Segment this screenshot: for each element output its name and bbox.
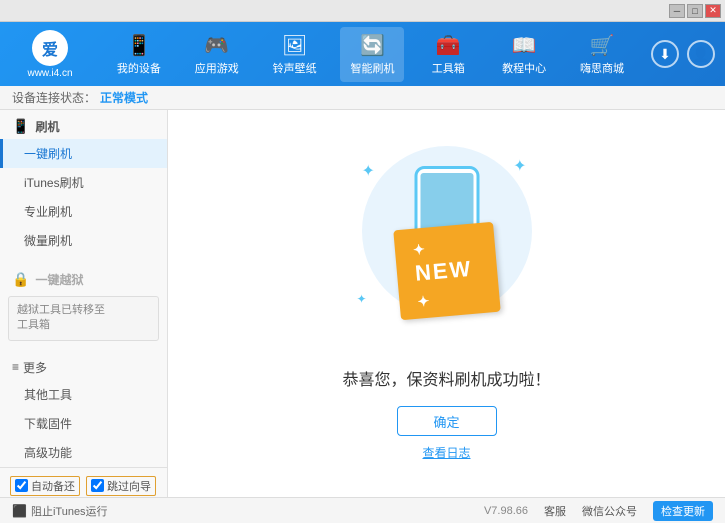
toolbox-label: 工具箱 — [432, 60, 465, 76]
sidebar-item-one-click[interactable]: 一键刷机 — [0, 139, 167, 168]
more-icon: ≡ — [12, 360, 19, 374]
toolbox-icon: 🧰 — [436, 33, 461, 58]
itunes-icon: ⬛ — [12, 504, 27, 518]
more-label: 更多 — [23, 359, 47, 376]
nav-bar: 📱 我的设备 🎮 应用游戏 🖼 铃声壁纸 🔄 智能刷机 🧰 工具箱 📖 教程中心… — [100, 27, 641, 82]
sidebar-item-pro[interactable]: 专业刷机 — [0, 197, 167, 226]
nav-my-device[interactable]: 📱 我的设备 — [107, 27, 171, 82]
logo[interactable]: 爱 www.i4.cn — [10, 30, 90, 79]
content-area: 📱 刷机 一键刷机 iTunes刷机 专业刷机 微量刷机 🔒 一键越狱 越狱工具… — [0, 110, 725, 497]
sidebar-item-micro[interactable]: 微量刷机 — [0, 226, 167, 255]
status-bar: 设备连接状态： 正常模式 — [0, 86, 725, 110]
auto-backup-checkbox[interactable] — [15, 479, 28, 492]
close-button[interactable]: ✕ — [705, 4, 721, 18]
jailbreak-label: 一键越狱 — [35, 271, 83, 288]
my-device-icon: 📱 — [126, 33, 151, 58]
bottom-right: V7.98.66 客服 微信公众号 检查更新 — [484, 501, 713, 521]
lock-icon: 🔒 — [12, 271, 29, 288]
bottom-bar: ⬛ 阻止iTunes运行 V7.98.66 客服 微信公众号 检查更新 — [0, 497, 725, 523]
minimize-button[interactable]: ─ — [669, 4, 685, 18]
itunes-label: 阻止iTunes运行 — [31, 503, 108, 519]
sparkle-top-left: ✦ — [362, 161, 375, 181]
auto-backup-checkbox-label[interactable]: 自动备还 — [10, 476, 80, 496]
guided-checkbox-label[interactable]: 跳过向导 — [86, 476, 156, 496]
confirm-button[interactable]: 确定 — [397, 406, 497, 436]
success-message: 恭喜您，保资料刷机成功啦！ — [342, 366, 550, 390]
flash-section-label: 刷机 — [35, 118, 59, 135]
sidebar-item-advanced[interactable]: 高级功能 — [0, 438, 167, 467]
nav-apps[interactable]: 🎮 应用游戏 — [185, 27, 249, 82]
apps-icon: 🎮 — [204, 33, 229, 58]
user-button[interactable]: 👤 — [687, 40, 715, 68]
my-device-label: 我的设备 — [117, 60, 161, 76]
status-label: 设备连接状态： — [12, 89, 96, 106]
jailbreak-notice-text: 越狱工具已转移至 工具箱 — [17, 304, 105, 331]
more-section-title: ≡ 更多 — [0, 353, 167, 380]
logo-text: www.i4.cn — [27, 68, 72, 79]
nav-toolbox[interactable]: 🧰 工具箱 — [418, 27, 478, 82]
tutorial-link[interactable]: 查看日志 — [422, 444, 470, 461]
main-content: ✦ ✦ ✦ NEW 恭喜您，保资料刷机成功啦！ 确定 查看日志 — [168, 110, 725, 497]
title-bar: ─ □ ✕ — [0, 0, 725, 22]
device-checkboxes: 自动备还 跳过向导 — [10, 476, 157, 496]
sparkle-bottom-left: ✦ — [357, 292, 367, 306]
wallpaper-label: 铃声壁纸 — [273, 60, 317, 76]
check-update-button[interactable]: 检查更新 — [653, 501, 713, 521]
apps-label: 应用游戏 — [195, 60, 239, 76]
header: 爱 www.i4.cn 📱 我的设备 🎮 应用游戏 🖼 铃声壁纸 🔄 智能刷机 … — [0, 22, 725, 86]
tutorial-icon: 📖 — [512, 33, 537, 58]
guided-label: 跳过向导 — [107, 478, 151, 494]
sidebar: 📱 刷机 一键刷机 iTunes刷机 专业刷机 微量刷机 🔒 一键越狱 越狱工具… — [0, 110, 168, 497]
sidebar-item-itunes[interactable]: iTunes刷机 — [0, 168, 167, 197]
version-text: V7.98.66 — [484, 505, 528, 517]
customer-service-link[interactable]: 客服 — [544, 503, 566, 519]
flash-section-icon: 📱 — [12, 118, 29, 135]
guided-checkbox[interactable] — [91, 479, 104, 492]
bottom-left: ⬛ 阻止iTunes运行 — [12, 503, 484, 519]
sidebar-item-other-tools[interactable]: 其他工具 — [0, 380, 167, 409]
store-icon: 🛒 — [590, 33, 615, 58]
nav-wallpaper[interactable]: 🖼 铃声壁纸 — [263, 27, 327, 82]
jailbreak-section: 🔒 一键越狱 — [0, 263, 167, 292]
header-right: ⬇ 👤 — [651, 40, 715, 68]
sparkle-top-right: ✦ — [513, 156, 526, 176]
smart-flash-icon: 🔄 — [360, 33, 385, 58]
logo-icon: 爱 — [32, 30, 68, 66]
maximize-button[interactable]: □ — [687, 4, 703, 18]
new-badge-text: NEW — [413, 256, 472, 286]
store-label: 嗨思商城 — [580, 60, 624, 76]
smart-flash-label: 智能刷机 — [350, 60, 394, 76]
jailbreak-notice: 越狱工具已转移至 工具箱 — [8, 296, 159, 341]
sidebar-item-download-firmware[interactable]: 下载固件 — [0, 409, 167, 438]
nav-smart-flash[interactable]: 🔄 智能刷机 — [340, 27, 404, 82]
auto-backup-label: 自动备还 — [31, 478, 75, 494]
wechat-link[interactable]: 微信公众号 — [582, 503, 637, 519]
download-button[interactable]: ⬇ — [651, 40, 679, 68]
new-ribbon: NEW — [393, 222, 500, 320]
wallpaper-icon: 🖼 — [282, 33, 307, 58]
status-value: 正常模式 — [100, 89, 148, 106]
flash-section-title: 📱 刷机 — [0, 110, 167, 139]
device-section: 自动备还 跳过向导 📱 iPhone 12 mini 64GB Down-12m… — [0, 467, 167, 497]
nav-tutorial[interactable]: 📖 教程中心 — [492, 27, 556, 82]
illustration: ✦ ✦ ✦ NEW — [347, 146, 547, 346]
tutorial-label: 教程中心 — [502, 60, 546, 76]
nav-store[interactable]: 🛒 嗨思商城 — [570, 27, 634, 82]
